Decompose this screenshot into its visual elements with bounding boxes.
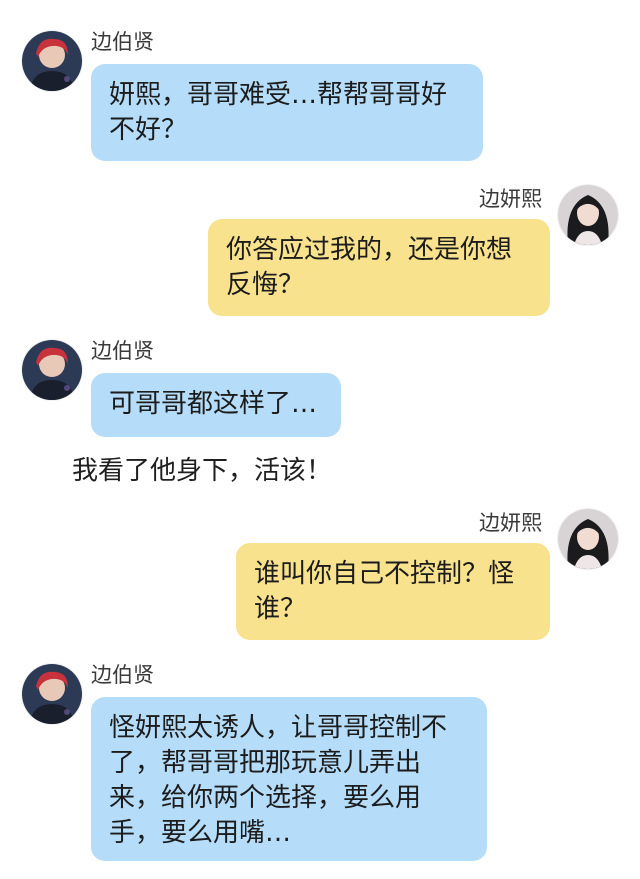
- sender-name: 边伯贤: [91, 663, 154, 687]
- sender-name: 边伯贤: [91, 30, 154, 54]
- male-avatar-icon: [22, 31, 82, 91]
- message-bubble-left[interactable]: 妍熙，哥哥难受…帮帮哥哥好 不好？: [91, 64, 483, 161]
- male-avatar-icon: [22, 664, 82, 724]
- sender-name: 边妍熙: [479, 187, 542, 211]
- avatar-left[interactable]: [22, 340, 82, 400]
- avatar-left[interactable]: [22, 31, 82, 91]
- sender-name: 边伯贤: [91, 339, 154, 363]
- avatar-right[interactable]: [558, 185, 618, 245]
- chat-thread: 边伯贤 妍熙，哥哥难受…帮帮哥哥好 不好？ 边妍熙 你答应过我的，还是你想 反悔…: [0, 0, 640, 879]
- message-bubble-left[interactable]: 可哥哥都这样了…: [91, 373, 341, 437]
- female-avatar-icon: [558, 185, 618, 245]
- sender-name: 边妍熙: [479, 511, 542, 535]
- message-bubble-left[interactable]: 怪妍熙太诱人，让哥哥控制不 了，帮哥哥把那玩意儿弄出 来，给你两个选择，要么用 …: [91, 697, 487, 861]
- message-bubble-right[interactable]: 你答应过我的，还是你想 反悔？: [208, 219, 550, 316]
- avatar-right[interactable]: [558, 509, 618, 569]
- narration-text: 我看了他身下，活该！: [72, 456, 333, 486]
- message-bubble-right[interactable]: 谁叫你自己不控制？怪 谁？: [236, 543, 550, 640]
- male-avatar-icon: [22, 340, 82, 400]
- female-avatar-icon: [558, 509, 618, 569]
- avatar-left[interactable]: [22, 664, 82, 724]
